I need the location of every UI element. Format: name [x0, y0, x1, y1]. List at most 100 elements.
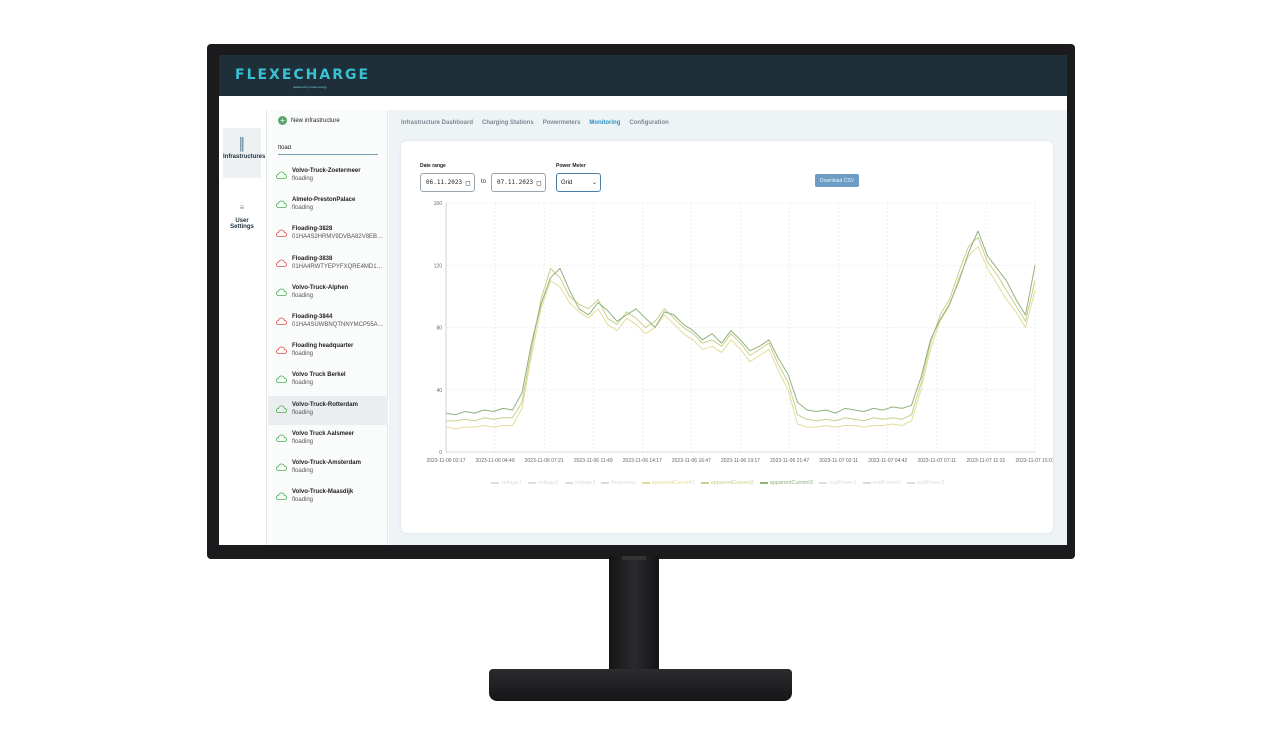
list-item[interactable]: Floading-3828 01HA4S2HRMV9DVBA82V8EBYA...: [268, 220, 388, 249]
list-item[interactable]: Volvo-Truck-Maasdijk floading: [268, 483, 388, 512]
legend-label: apparentCurrent3: [769, 480, 813, 486]
download-csv-button[interactable]: Download CSV: [815, 174, 859, 187]
legend-label: voltage2: [537, 480, 559, 486]
cloud-status-icon: [276, 463, 287, 471]
list-item[interactable]: Floading headquarter floading: [268, 337, 388, 366]
legend-swatch: [527, 482, 536, 484]
list-item-subtitle: floading: [292, 467, 314, 474]
infrastructure-search-input[interactable]: [278, 143, 378, 155]
list-item[interactable]: Almelo-PrestonPalace floading: [268, 191, 388, 220]
legend-swatch: [601, 482, 610, 484]
date-to-value: 07.11.2023: [497, 179, 534, 186]
rail-item-user-settings[interactable]: ≡ User Settings: [223, 192, 261, 242]
tab-charging-stations[interactable]: Charging Stations: [482, 120, 534, 126]
date-range-to-label: to: [481, 179, 487, 185]
chart-legend: voltage1 voltage2 voltage3 frequency apparen…: [491, 480, 944, 486]
list-item[interactable]: Volvo-Truck-Alphen floading: [268, 279, 388, 308]
tab-configuration[interactable]: Configuration: [629, 120, 668, 126]
infrastructure-list-panel: + New infrastructure Volvo-Truck-Zoeterm…: [268, 110, 388, 545]
list-item-name: Volvo-Truck-Rotterdam: [292, 401, 358, 408]
x-tick-label: 2023-11-07 04:42: [868, 458, 907, 464]
cloud-status-icon: [276, 200, 287, 209]
legend-label: realPower3: [916, 480, 945, 486]
list-item[interactable]: Volvo-Truck-Rotterdam floading: [268, 395, 388, 425]
legend-item[interactable]: realPower3: [906, 480, 945, 486]
list-item-name: Volvo-Truck-Zoetermeer: [292, 168, 361, 174]
cloud-status-icon: [276, 405, 287, 413]
y-tick-label: 120: [434, 263, 443, 269]
x-tick-label: 2023-11-06 21:47: [770, 458, 809, 464]
app-logo[interactable]: FLEXECHARGE: [235, 67, 370, 83]
list-item-name: Floading-3844: [292, 313, 333, 320]
y-tick-label: 40: [436, 388, 442, 394]
left-nav-rail: ║ Infrastructures ≡ User Settings: [219, 110, 267, 545]
x-tick-label: 2023-11-07 02:11: [819, 458, 858, 464]
legend-swatch: [759, 482, 768, 484]
legend-item[interactable]: apparentCurrent1: [641, 480, 695, 486]
list-item-name: Volvo-Truck-Maasdijk: [292, 489, 354, 496]
list-item-subtitle: 01HA4SUWBNQTNNYMCP55APG...: [292, 321, 384, 328]
list-item-subtitle: floading: [292, 351, 314, 358]
legend-item[interactable]: voltage1: [491, 480, 522, 486]
legend-item[interactable]: frequency: [601, 480, 636, 486]
list-item[interactable]: Volvo Truck Berkel floading: [268, 366, 388, 395]
list-item-name: Volvo Truck Berkel: [292, 372, 346, 379]
y-tick-label: 0: [439, 450, 442, 456]
legend-label: apparentCurrent1: [651, 480, 695, 486]
date-from-input[interactable]: 06.11.2023 □: [420, 173, 475, 192]
new-infrastructure-label: New infrastructure: [291, 117, 340, 124]
legend-item[interactable]: voltage2: [527, 480, 559, 486]
rail-item-label: User Settings: [230, 218, 254, 230]
cloud-status-icon: [276, 492, 287, 500]
building-icon: ║: [237, 137, 247, 151]
list-item[interactable]: Floading-383801HA4RWTYEPYFXQRE4MD1KPTD7: [268, 250, 388, 279]
cloud-status-icon: [276, 317, 287, 325]
legend-item[interactable]: realPower1: [818, 480, 857, 486]
list-item[interactable]: Floading-3844 01HA4SUWBNQTNNYMCP55APG...: [268, 308, 388, 337]
x-tick-label: 2023-11-06 14:17: [623, 458, 662, 464]
list-item[interactable]: Volvo Truck Aalsmeer floading: [268, 425, 388, 454]
rail-item-infrastructures[interactable]: ║ Infrastructures: [223, 128, 265, 178]
list-item[interactable]: Volvo-Truck-Zoetermeer floading: [268, 162, 388, 191]
x-tick-label: 2023-11-07 15:01: [1015, 458, 1053, 464]
legend-swatch: [641, 482, 650, 484]
legend-label: frequency: [611, 480, 636, 486]
legend-item[interactable]: apparentCurrent3: [759, 480, 813, 486]
cloud-status-icon: [276, 171, 287, 179]
tab-monitoring[interactable]: Monitoring: [589, 120, 620, 126]
power-meter-value: Grid: [561, 179, 573, 186]
date-to-input[interactable]: 07.11.2023 □: [491, 173, 546, 192]
monitoring-card: Date range 06.11.2023 □ to 07.11.2023 □ …: [401, 141, 1053, 533]
chevron-down-icon: ⌄: [591, 180, 597, 186]
y-tick-label: 160: [434, 201, 443, 207]
list-item-name: Volvo-Truck-Amsterdam: [292, 459, 361, 466]
monitor-stand-base: [489, 669, 792, 701]
legend-item[interactable]: realPower2: [862, 480, 901, 486]
calendar-icon: □: [536, 178, 541, 187]
power-meter-label: Power Meter: [556, 163, 586, 169]
date-range-label: Date range: [420, 163, 446, 169]
infrastructure-list: Volvo-Truck-Zoetermeer floading Almelo-Pre…: [268, 162, 388, 512]
x-tick-label: 2023-11-06 07:21: [525, 458, 564, 464]
date-from-value: 06.11.2023: [426, 179, 463, 186]
list-item-name: Floading headquarter: [292, 343, 354, 350]
power-meter-select[interactable]: Grid ⌄: [556, 173, 601, 192]
monitoring-line-chart: 0 40 80 120 160 2023-11-06 02:17 2023-11-06 04…: [426, 201, 1053, 464]
cloud-status-icon: [276, 229, 287, 238]
legend-swatch: [700, 482, 709, 484]
tab-infrastructure-dashboard[interactable]: Infrastructure Dashboard: [401, 120, 473, 126]
legend-swatch: [818, 482, 827, 484]
list-item-subtitle: floading: [292, 380, 314, 387]
legend-label: apparentCurrent2: [710, 480, 754, 486]
list-item-subtitle: floading: [292, 409, 314, 416]
series-line-apparentCurrent1[interactable]: [445, 246, 1036, 430]
list-item-subtitle: floading: [292, 176, 314, 182]
tab-powermeters[interactable]: Powermeters: [543, 120, 581, 126]
list-item[interactable]: Volvo-Truck-Amsterdam floading: [268, 454, 388, 483]
monitor-stand-notch: [622, 556, 646, 560]
legend-item[interactable]: voltage3: [564, 480, 595, 486]
new-infrastructure-button[interactable]: + New infrastructure: [278, 116, 340, 125]
list-item-name: Almelo-PrestonPalace: [292, 197, 356, 204]
legend-item[interactable]: apparentCurrent2: [700, 480, 754, 486]
x-tick-label: 2023-11-06 16:47: [672, 458, 711, 464]
